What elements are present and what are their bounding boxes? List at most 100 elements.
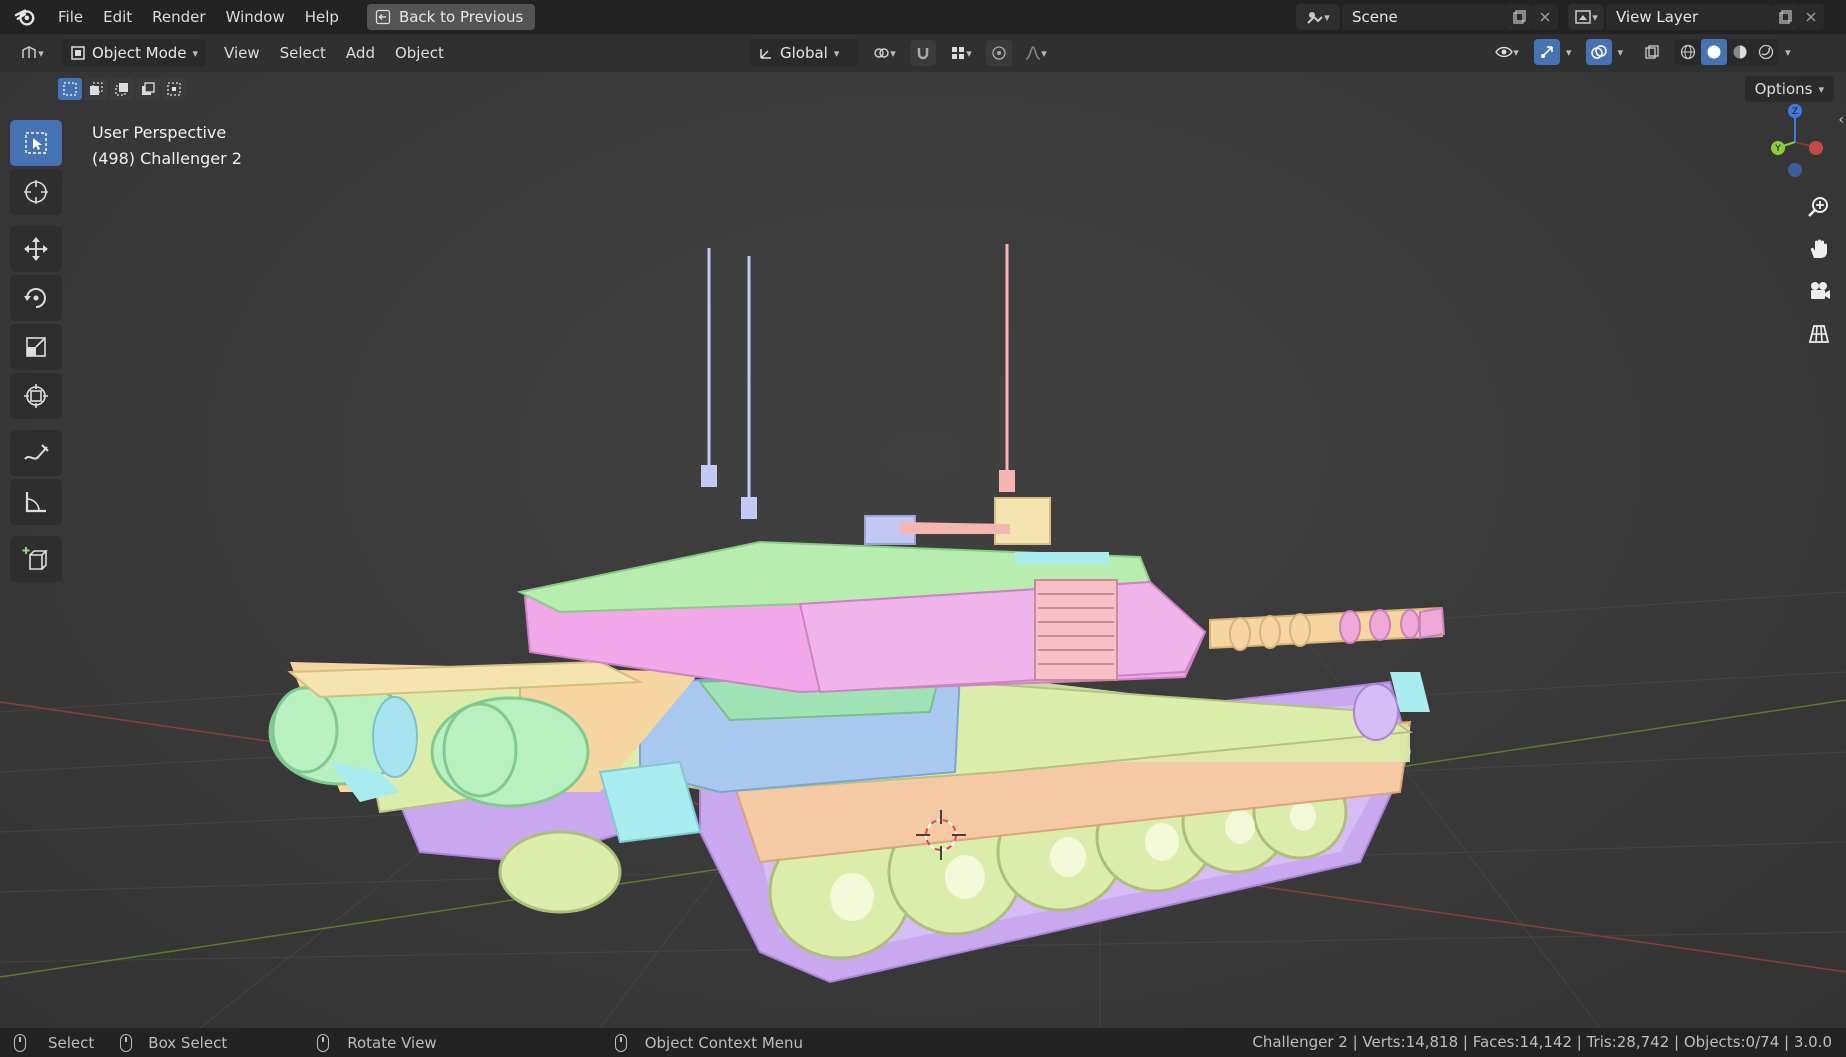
tank-model[interactable] [268,244,1446,984]
menu-select[interactable]: Select [270,44,336,62]
menu-edit[interactable]: Edit [93,0,142,34]
back-to-previous-label: Back to Previous [398,8,524,26]
proportional-edit-toggle[interactable] [986,40,1012,66]
viewport-info: User Perspective (498) Challenger 2 [92,120,242,172]
delete-view-layer-icon[interactable] [1798,4,1824,30]
delete-scene-icon[interactable] [1532,4,1558,30]
hand-icon [1810,239,1827,258]
tool-shelf [10,120,68,585]
add-cube-tool[interactable] [10,536,62,582]
scene-icon [1307,12,1323,24]
proportional-edit-icon [992,46,1006,60]
overlays-toggle[interactable] [1585,39,1612,65]
sidebar-toggle-icon[interactable]: ‹ [1838,112,1844,128]
menu-view[interactable]: View [214,44,270,62]
wireframe-shading-icon[interactable] [1675,44,1701,60]
back-to-previous-button[interactable]: Back to Previous [366,4,536,30]
scene-statistics: Challenger 2 | Verts:14,818 | Faces:14,1… [1252,1033,1832,1051]
shading-dropdown[interactable]: ▾ [1785,46,1791,59]
scene-render [0,244,1846,1028]
annotate-icon [24,444,49,460]
status-rotate-label: Rotate View [347,1033,437,1052]
transform-tool[interactable] [10,373,62,419]
scene-browse-button[interactable]: ▾ [1296,4,1340,30]
menu-render[interactable]: Render [142,0,215,34]
visibility-button[interactable]: ▾ [1486,39,1528,65]
measure-tool[interactable] [10,479,62,525]
menu-help[interactable]: Help [295,0,349,34]
status-box-select-hint: Box Select [120,1033,227,1052]
options-label: Options [1754,80,1813,98]
transform-icon [24,384,48,408]
x-axis-icon[interactable] [1809,141,1823,155]
rendered-shading-icon[interactable] [1753,44,1779,60]
move-tool[interactable] [10,226,62,272]
orientation-icon [760,49,771,59]
editor-type-icon [22,46,36,58]
status-bar: Select Box Select Rotate View Object Con… [0,1028,1846,1057]
select-new-icon[interactable] [58,78,82,100]
mode-label: Object Mode [92,44,187,62]
view-layer-name-field[interactable]: View Layer [1606,4,1772,30]
ortho-toggle-button[interactable] [1800,314,1838,352]
pivot-icon [874,48,889,58]
top-bar: File Edit Render Window Help Back to Pre… [0,0,1846,34]
shading-mode-group [1675,39,1780,65]
zoom-button[interactable] [1800,188,1838,226]
status-select-label: Select [48,1033,95,1052]
select-box-tool[interactable] [10,120,62,166]
editor-type-button[interactable]: ▾ [10,40,54,66]
move-icon [24,237,48,261]
annotate-tool[interactable] [10,430,62,476]
neg-z-axis-icon[interactable] [1788,163,1802,177]
crosshair-icon [24,180,48,204]
orientation-selector[interactable]: Global ▾ [750,39,858,67]
select-extend-icon[interactable] [84,78,108,100]
view-layer-browse-button[interactable]: ▾ [1568,4,1604,30]
solid-shading-icon[interactable] [1701,39,1728,65]
object-mode-icon [71,46,85,60]
select-subtract-icon[interactable] [110,78,134,100]
menu-window[interactable]: Window [216,0,295,34]
active-object-label: (498) Challenger 2 [92,149,242,168]
menu-object[interactable]: Object [385,44,454,62]
gizmo-dropdown[interactable]: ▾ [1566,46,1572,59]
snap-target-button[interactable]: ▾ [942,40,980,66]
camera-icon [1811,282,1830,299]
navigation-gizmo[interactable]: Z Y [1760,102,1830,182]
gizmo-icon [1541,46,1553,58]
blender-logo-icon[interactable] [14,6,36,28]
zoom-icon [1808,197,1828,217]
camera-view-button[interactable] [1800,272,1838,310]
scene-name-field[interactable]: Scene [1342,4,1506,30]
xray-icon [1645,45,1659,59]
new-scene-icon[interactable] [1506,4,1532,30]
snap-toggle[interactable] [910,40,936,66]
material-shading-icon[interactable] [1727,44,1753,60]
new-view-layer-icon[interactable] [1772,4,1798,30]
select-invert-icon[interactable] [136,78,160,100]
select-intersect-icon[interactable] [162,78,186,100]
falloff-button[interactable]: ▾ [1018,40,1054,66]
3d-viewport[interactable]: User Perspective (498) Challenger 2 Opti… [0,72,1846,1028]
rotate-tool[interactable] [10,275,62,321]
pan-button[interactable] [1800,230,1838,268]
pivot-button[interactable]: ▾ [864,40,904,66]
cursor-tool[interactable] [10,169,62,215]
scale-tool[interactable] [10,324,62,370]
xray-toggle[interactable] [1639,39,1666,65]
chevron-down-icon: ▾ [192,46,199,60]
magnet-icon [917,48,929,60]
menu-add[interactable]: Add [336,44,385,62]
rotate-icon [24,288,46,308]
menu-file[interactable]: File [48,0,93,34]
mode-selector[interactable]: Object Mode ▾ [62,39,207,67]
scale-icon [26,337,46,357]
left-mouse-icon [14,1033,26,1052]
status-context-hint: Object Context Menu [614,1033,803,1052]
gizmo-toggle[interactable] [1534,39,1560,65]
middle-mouse-icon [317,1033,330,1052]
viewport-shading-tools: ▾ ▾ ▾ ▾ [1486,39,1791,65]
options-button[interactable]: Options ▾ [1744,76,1834,102]
overlays-dropdown[interactable]: ▾ [1618,46,1624,59]
